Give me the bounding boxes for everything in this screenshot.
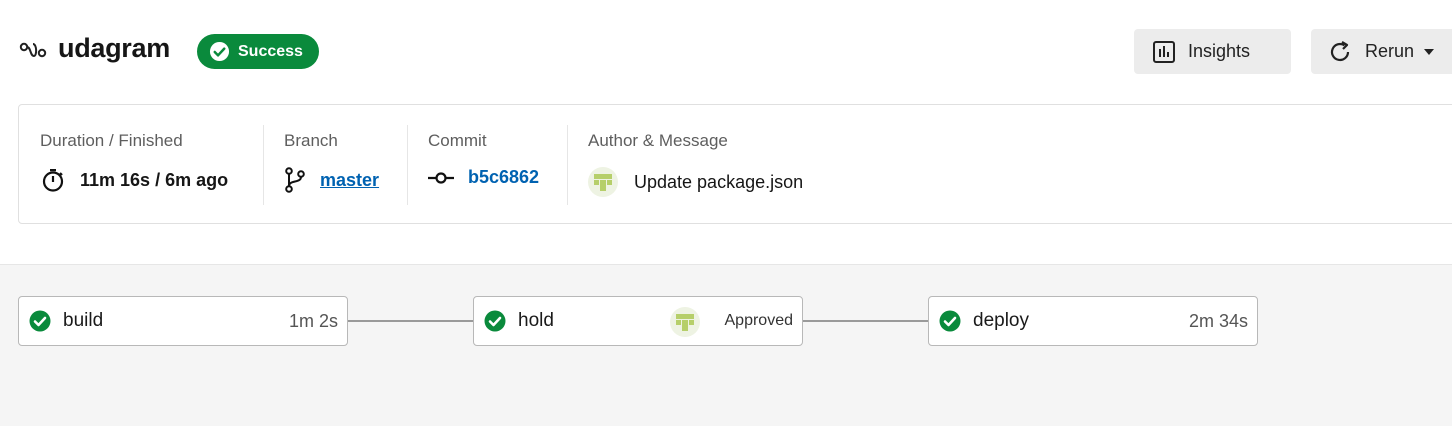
status-badge: Success xyxy=(197,34,319,69)
job-deploy[interactable]: deploy 2m 34s xyxy=(928,296,1258,346)
branch-link[interactable]: master xyxy=(320,170,379,191)
chevron-down-icon[interactable] xyxy=(1424,48,1435,55)
duration-value-row: 11m 16s / 6m ago xyxy=(40,167,228,193)
identicon-icon xyxy=(594,174,612,191)
author-value-row: Update package.json xyxy=(588,167,803,197)
workflow-icon xyxy=(19,42,47,58)
project-name: udagram xyxy=(58,33,170,63)
refresh-icon xyxy=(1330,40,1350,61)
job-duration: 2m 34s xyxy=(1188,310,1248,331)
check-circle-icon xyxy=(29,310,51,332)
stopwatch-icon xyxy=(42,169,64,192)
approver-avatar xyxy=(670,307,700,337)
duration-value: 11m 16s / 6m ago xyxy=(80,169,229,190)
check-circle-icon xyxy=(939,310,961,332)
check-circle-icon xyxy=(484,310,506,332)
job-duration: 1m 2s xyxy=(288,310,338,331)
job-hold[interactable]: hold Approved xyxy=(473,296,803,346)
pipeline-header: udagram Success Insights Rerun xyxy=(0,0,1452,104)
job-connector xyxy=(348,320,473,322)
bar-chart-icon xyxy=(1153,40,1175,63)
git-branch-icon xyxy=(285,167,305,193)
commit-link[interactable]: b5c6862 xyxy=(468,167,539,188)
approval-status: Approved xyxy=(724,312,794,329)
insights-label: Insights xyxy=(1188,41,1251,61)
git-commit-icon xyxy=(428,171,454,184)
job-build[interactable]: build 1m 2s xyxy=(18,296,348,346)
divider xyxy=(263,125,264,205)
divider xyxy=(567,125,568,205)
pipeline-meta-card: Duration / Finished 11m 16s / 6m ago Bra… xyxy=(18,104,1452,224)
commit-value-row: b5c6862 xyxy=(428,167,539,188)
job-name: hold xyxy=(518,310,554,331)
status-text: Success xyxy=(238,42,303,60)
job-connector xyxy=(803,320,928,322)
author-label: Author & Message xyxy=(588,131,728,150)
divider xyxy=(407,125,408,205)
branch-value-row: master xyxy=(284,167,379,193)
insights-button[interactable]: Insights xyxy=(1134,29,1291,74)
check-circle-icon xyxy=(209,41,230,62)
job-name: build xyxy=(63,310,104,331)
workflow-graph: build 1m 2s hold Approved deploy 2m 34s xyxy=(0,264,1452,426)
commit-label: Commit xyxy=(428,131,487,150)
job-name: deploy xyxy=(973,310,1029,331)
branch-label: Branch xyxy=(284,131,338,150)
rerun-label: Rerun xyxy=(1365,41,1415,61)
avatar xyxy=(588,167,618,197)
duration-label: Duration / Finished xyxy=(40,131,183,150)
commit-message: Update package.json xyxy=(634,171,804,192)
rerun-button[interactable]: Rerun xyxy=(1311,29,1452,74)
